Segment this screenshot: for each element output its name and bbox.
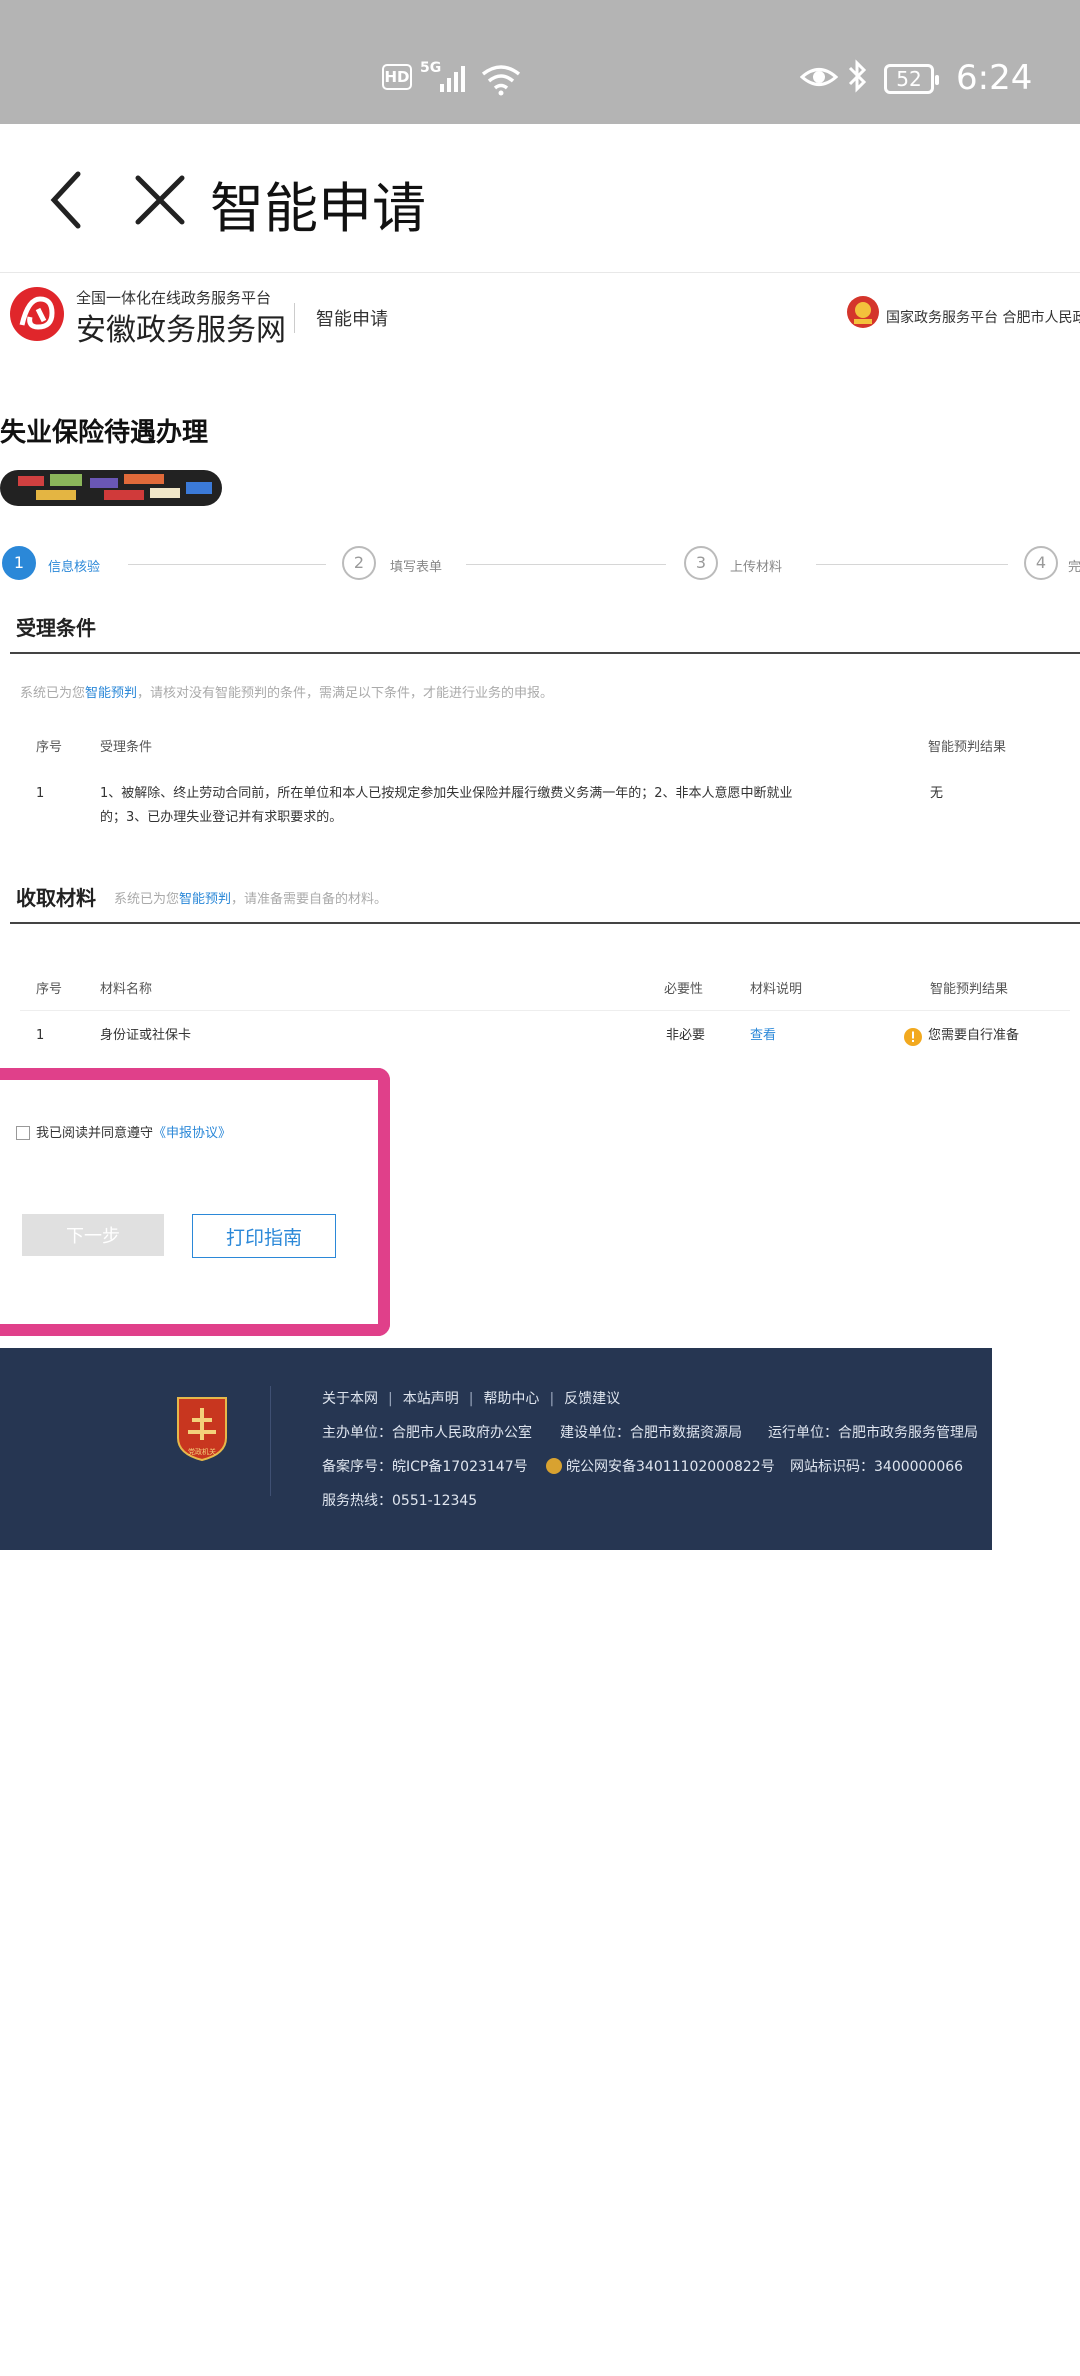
materials-hint: 系统已为您智能预判，请准备需要自备的材料。 bbox=[114, 888, 387, 907]
materials-rule bbox=[10, 922, 1080, 924]
site-header: 全国一体化在线政务服务平台 安徽政务服务网 智能申请 国家政务服务平台 合肥市人… bbox=[0, 272, 1080, 364]
eye-icon bbox=[800, 68, 838, 86]
hint-suffix: ，请核对没有智能预判的条件，需满足以下条件，才能进行业务的申报。 bbox=[137, 686, 554, 701]
header-platform-link[interactable]: 国家政务服务平台 合肥市人民政 bbox=[886, 307, 1080, 327]
step-connector bbox=[128, 564, 326, 565]
material-name: 身份证或社保卡 bbox=[100, 1028, 192, 1043]
agreement-label: 我已阅读并同意遵守 bbox=[36, 1126, 154, 1141]
police-record-text: 皖公网安备34011102000822号 bbox=[566, 1459, 775, 1475]
hd-icon: HD bbox=[382, 64, 412, 90]
conditions-title: 受理条件 bbox=[16, 616, 96, 640]
step-2-circle: 2 bbox=[342, 546, 376, 580]
condition-text: 1、被解除、终止劳动合同前，所在单位和本人已按规定参加失业保险并履行缴费义务满一… bbox=[100, 786, 793, 825]
agreement-link[interactable]: 《申报协议》 bbox=[153, 1126, 231, 1141]
agreement-checkbox[interactable] bbox=[16, 1126, 30, 1140]
step-2-label: 填写表单 bbox=[390, 560, 443, 575]
back-icon[interactable] bbox=[44, 168, 88, 232]
col-header-index: 序号 bbox=[36, 982, 63, 997]
footer-police-record[interactable]: 皖公网安备34011102000822号 bbox=[546, 1456, 775, 1476]
print-guide-button[interactable]: 打印指南 bbox=[192, 1214, 336, 1258]
header-service-label: 智能申请 bbox=[316, 309, 388, 330]
material-result: 您需要自行准备 bbox=[928, 1028, 1020, 1043]
footer-link-help[interactable]: 帮助中心 bbox=[483, 1391, 539, 1407]
material-index: 1 bbox=[36, 1028, 45, 1043]
col-header-description: 材料说明 bbox=[750, 982, 803, 997]
footer-builder: 建设单位：合肥市数据资源局 bbox=[560, 1425, 742, 1441]
conditions-hint: 系统已为您智能预判，请核对没有智能预判的条件，需满足以下条件，才能进行业务的申报… bbox=[20, 682, 553, 701]
site-footer: 党政机关 关于本网 | 本站声明 | 帮助中心 | 反馈建议 主办单位：合肥市人民政府办公室… bbox=[0, 1348, 992, 1550]
status-time: 6:24 bbox=[956, 58, 1033, 98]
footer-operator: 运行单位：合肥市政务服务管理局 bbox=[768, 1425, 978, 1441]
condition-index: 1 bbox=[36, 786, 45, 801]
battery-icon: 52 bbox=[884, 64, 939, 94]
hint-prefix: 系统已为您 bbox=[114, 892, 180, 907]
step-3-circle: 3 bbox=[684, 546, 718, 580]
site-name[interactable]: 安徽政务服务网 bbox=[76, 305, 286, 349]
step-4-label: 完 bbox=[1068, 560, 1080, 575]
national-emblem-icon bbox=[847, 296, 879, 328]
footer-link-statement[interactable]: 本站声明 bbox=[403, 1391, 459, 1407]
col-header-result: 智能预判结果 bbox=[928, 740, 1007, 755]
next-step-button[interactable]: 下一步 bbox=[22, 1214, 164, 1256]
police-badge-icon bbox=[546, 1458, 562, 1474]
conditions-rule bbox=[10, 652, 1080, 654]
smart-prejudge-link[interactable]: 智能预判 bbox=[179, 892, 231, 907]
signal-icon bbox=[440, 66, 465, 92]
page-title: 失业保险待遇办理 bbox=[0, 418, 209, 448]
footer-links: 关于本网 | 本站声明 | 帮助中心 | 反馈建议 bbox=[322, 1391, 621, 1407]
redacted-scribble bbox=[0, 470, 222, 506]
condition-result: 无 bbox=[930, 786, 944, 801]
site-logo-icon[interactable] bbox=[8, 285, 66, 343]
col-header-material-name: 材料名称 bbox=[100, 982, 153, 997]
footer-link-about[interactable]: 关于本网 bbox=[322, 1391, 378, 1407]
material-view-link[interactable]: 查看 bbox=[750, 1024, 776, 1048]
footer-link-feedback[interactable]: 反馈建议 bbox=[564, 1391, 620, 1407]
hint-prefix: 系统已为您 bbox=[20, 686, 86, 701]
step-4-circle: 4 bbox=[1024, 546, 1058, 580]
col-header-condition: 受理条件 bbox=[100, 740, 153, 755]
app-bar: 智能申请 bbox=[0, 124, 1080, 272]
logo-caption: 党政机关 bbox=[188, 1447, 216, 1456]
footer-divider bbox=[270, 1386, 271, 1496]
header-divider bbox=[294, 303, 295, 333]
step-1-label: 信息核验 bbox=[48, 560, 101, 575]
footer-hotline: 服务热线：0551-12345 bbox=[322, 1493, 478, 1509]
step-1-circle: 1 bbox=[2, 546, 36, 580]
col-header-index: 序号 bbox=[36, 740, 63, 755]
table-row-divider bbox=[20, 1010, 1070, 1011]
step-3-label: 上传材料 bbox=[730, 560, 783, 575]
step-connector bbox=[466, 564, 666, 565]
col-header-necessity: 必要性 bbox=[664, 982, 704, 997]
col-header-result: 智能预判结果 bbox=[930, 982, 1009, 997]
hint-suffix: ，请准备需要自备的材料。 bbox=[231, 892, 388, 907]
agreement-text: 我已阅读并同意遵守《申报协议》 bbox=[36, 1122, 231, 1141]
gov-agency-logo-icon[interactable]: 党政机关 bbox=[172, 1394, 232, 1462]
smart-prejudge-link[interactable]: 智能预判 bbox=[85, 686, 137, 701]
material-necessity: 非必要 bbox=[666, 1028, 706, 1043]
bluetooth-icon bbox=[848, 59, 867, 93]
wifi-icon bbox=[481, 65, 521, 96]
close-icon[interactable] bbox=[132, 172, 188, 228]
app-title: 智能申请 bbox=[210, 177, 426, 240]
materials-title: 收取材料 bbox=[16, 886, 96, 910]
footer-host: 主办单位：合肥市人民政府办公室 bbox=[322, 1425, 532, 1441]
footer-icp[interactable]: 备案序号：皖ICP备17023147号 bbox=[322, 1456, 528, 1476]
highlight-box bbox=[0, 1068, 390, 1336]
footer-site-id: 网站标识码：3400000066 bbox=[790, 1459, 964, 1475]
status-bar: HD 5G 52 6:24 bbox=[0, 0, 1080, 124]
warning-icon bbox=[904, 1028, 922, 1046]
step-connector bbox=[816, 564, 1008, 565]
